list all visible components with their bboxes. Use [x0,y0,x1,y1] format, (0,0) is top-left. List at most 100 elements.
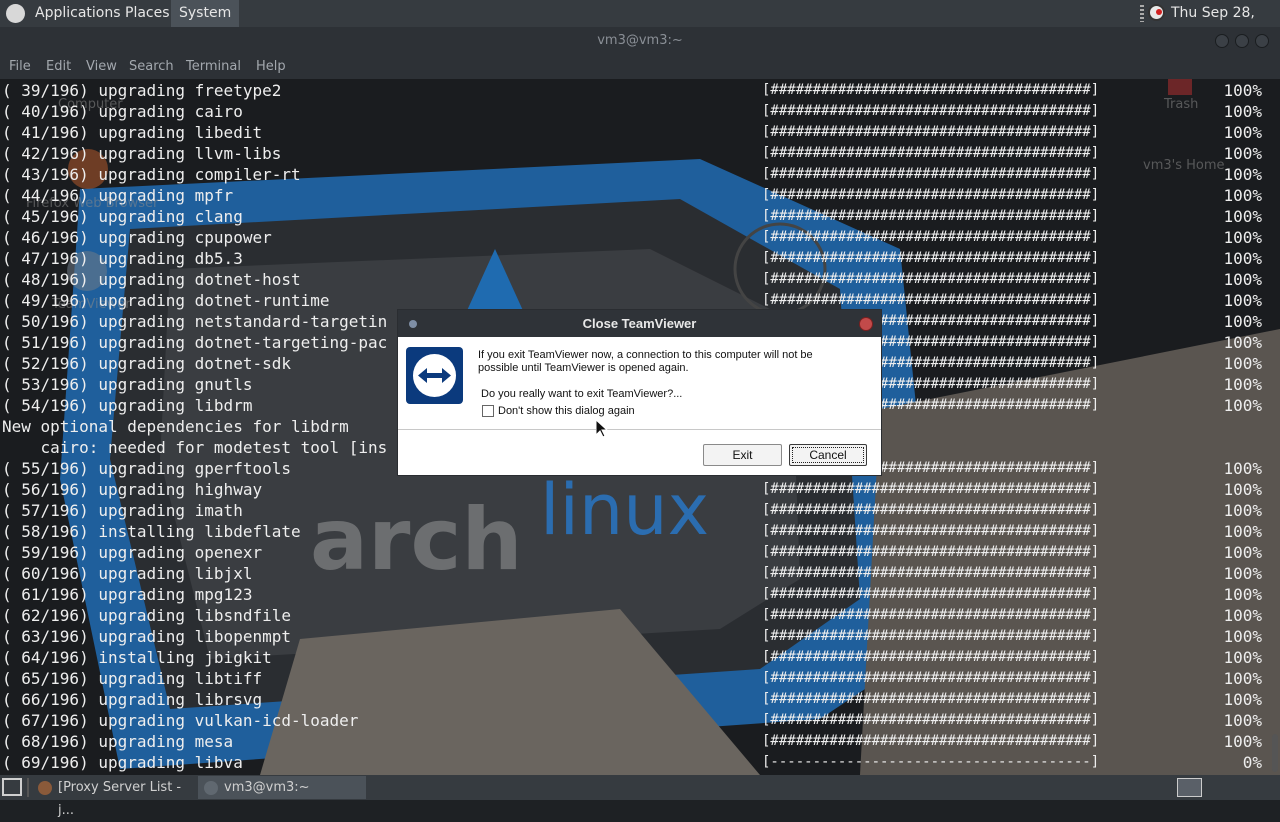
progress-percent: 100% [1223,333,1262,352]
terminal-line: ( 52/196) upgrading dotnet-sdk [2,354,291,373]
menu-terminal[interactable]: Terminal [186,55,241,79]
progress-bar-text: [######################################] [762,166,1100,182]
close-window-button[interactable] [1255,34,1269,48]
progress-percent: 100% [1223,711,1262,730]
wallpaper-arch-text: arch [310,490,523,590]
terminal-scrollbar[interactable] [1272,734,1278,772]
progress-percent: 100% [1223,186,1262,205]
taskbar-item-browser[interactable]: [Proxy Server List - j... [32,776,197,818]
progress-percent: 100% [1223,669,1262,688]
progress-bar-text: [######################################] [762,229,1100,245]
progress-percent: 100% [1223,606,1262,625]
top-panel: Applications Places System Thu Sep 28, 1… [0,0,1280,48]
progress-percent: 100% [1223,312,1262,331]
progress-percent: 100% [1223,375,1262,394]
cancel-button[interactable]: Cancel [789,444,867,466]
terminal-line: ( 63/196) upgrading libopenmpt [2,627,291,646]
progress-bar-text: [######################################] [762,670,1100,686]
terminal-menubar: File Edit View Search Terminal Help [0,55,1280,79]
progress-bar-text: [######################################] [762,607,1100,623]
desktop-icon-trash: Trash [1164,97,1199,112]
menu-system[interactable]: System [171,0,240,27]
dont-show-again-checkbox[interactable] [482,405,494,417]
terminal-line: ( 41/196) upgrading libedit [2,123,263,142]
progress-percent: 100% [1223,81,1262,100]
dialog-titlebar[interactable]: Close TeamViewer [398,310,881,337]
terminal-line: ( 44/196) upgrading mpfr [2,186,234,205]
terminal-line: ( 59/196) upgrading openexr [2,543,263,562]
progress-bar-text: [######################################] [762,586,1100,602]
minimize-button[interactable] [1215,34,1229,48]
progress-bar-text: [######################################] [762,187,1100,203]
terminal-line: ( 60/196) upgrading libjxl [2,564,253,583]
taskbar-separator [27,778,29,797]
menu-search[interactable]: Search [129,55,174,79]
terminal-line: ( 56/196) upgrading highway [2,480,263,499]
wallpaper-linux-text: linux [540,469,709,551]
exit-button[interactable]: Exit [703,444,782,466]
workspace-switcher[interactable] [1177,778,1202,797]
terminal-line: cairo: needed for modetest tool [ins [2,438,388,457]
progress-percent: 100% [1223,165,1262,184]
terminal-line: ( 42/196) upgrading llvm-libs [2,144,282,163]
progress-percent: 100% [1223,627,1262,646]
progress-bar-text: [######################################] [762,502,1100,518]
progress-percent: 100% [1223,354,1262,373]
menu-file[interactable]: File [9,55,31,79]
progress-bar-text: [######################################] [762,250,1100,266]
menu-edit[interactable]: Edit [46,55,71,79]
terminal-line: ( 64/196) installing jbigkit [2,648,272,667]
taskbar-item-browser-label: [Proxy Server List - j... [58,780,182,818]
dialog-close-button[interactable] [859,317,873,331]
progress-bar-text: [######################################] [762,712,1100,728]
terminal-line: ( 57/196) upgrading imath [2,501,243,520]
window-titlebar[interactable]: vm3@vm3:~ [0,27,1280,55]
progress-percent: 100% [1223,123,1262,142]
menu-applications[interactable]: Applications [27,0,129,27]
dont-show-again-label[interactable]: Don't show this dialog again [498,405,635,418]
desktop-icon-home: vm3's Home [1143,158,1225,173]
progress-percent: 100% [1223,459,1262,478]
terminal-line: New optional dependencies for libdrm [2,417,349,436]
menu-view[interactable]: View [86,55,117,79]
progress-bar-text: [######################################] [762,733,1100,749]
taskbar-item-terminal[interactable]: vm3@vm3:~ [198,776,366,799]
terminal-line: ( 62/196) upgrading libsndfile [2,606,291,625]
terminal-line: ( 40/196) upgrading cairo [2,102,243,121]
terminal-line: ( 50/196) upgrading netstandard-targetin [2,312,388,331]
progress-bar-text: [######################################] [762,649,1100,665]
bottom-panel: [Proxy Server List - j... vm3@vm3:~ [0,775,1280,818]
menu-help[interactable]: Help [256,55,286,79]
clock[interactable]: Thu Sep 28, 17:08 [1163,0,1280,48]
progress-bar-text: [--------------------------------------] [762,754,1100,770]
terminal-line: ( 68/196) upgrading mesa [2,732,234,751]
terminal-line: ( 66/196) upgrading librsvg [2,690,263,709]
progress-percent: 100% [1223,501,1262,520]
dialog-title: Close TeamViewer [582,316,697,331]
progress-bar-text: [######################################] [762,124,1100,140]
dialog-menu-icon[interactable] [409,320,417,328]
progress-percent: 100% [1223,648,1262,667]
terminal-line: ( 58/196) installing libdeflate [2,522,301,541]
terminal-line: ( 39/196) upgrading freetype2 [2,81,282,100]
teamviewer-logo-icon [406,347,463,404]
terminal-line: ( 49/196) upgrading dotnet-runtime [2,291,330,310]
dialog-message-line1: If you exit TeamViewer now, a connection… [478,349,813,361]
terminal-line: ( 65/196) upgrading libtiff [2,669,263,688]
terminal-line: ( 51/196) upgrading dotnet-targeting-pac [2,333,388,352]
progress-percent: 100% [1223,585,1262,604]
maximize-button[interactable] [1235,34,1249,48]
progress-percent: 100% [1223,270,1262,289]
menu-places[interactable]: Places [117,0,178,27]
terminal-line: ( 61/196) upgrading mpg123 [2,585,253,604]
progress-bar-text: [######################################] [762,628,1100,644]
progress-bar-text: [######################################] [762,145,1100,161]
gnome-foot-icon[interactable] [6,4,25,23]
dialog-separator [398,429,881,430]
progress-bar-text: [######################################] [762,103,1100,119]
show-desktop-icon[interactable] [2,778,22,796]
tray-handle-icon [1140,5,1144,22]
terminal-line: ( 46/196) upgrading cpupower [2,228,272,247]
close-teamviewer-dialog: Close TeamViewer If you exit TeamViewer … [397,309,882,476]
progress-percent: 100% [1223,144,1262,163]
